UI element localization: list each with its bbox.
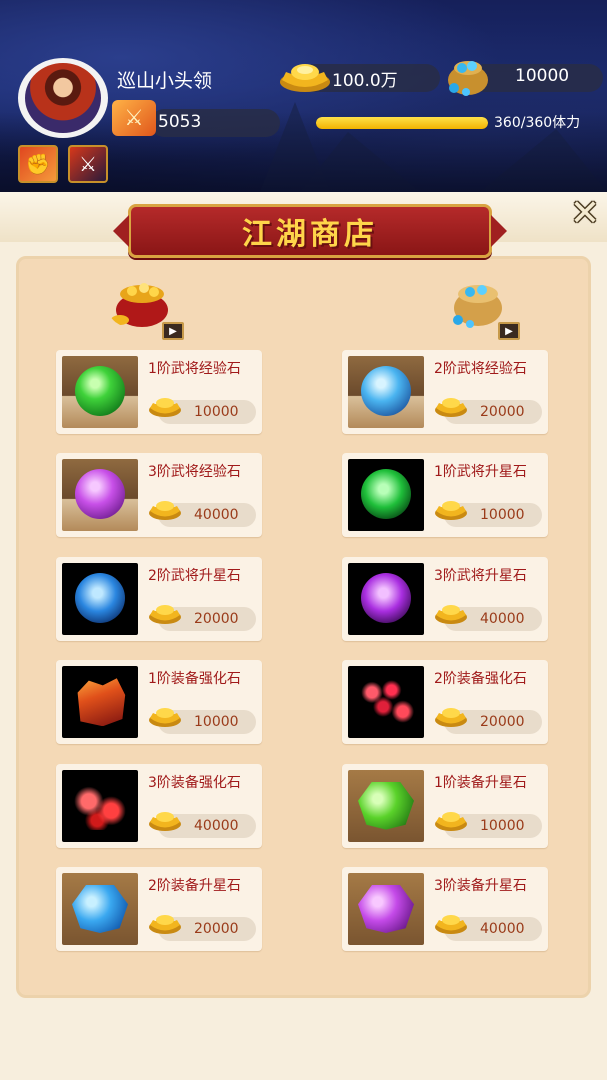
item-name: 1阶装备强化石 (148, 671, 241, 688)
power-value: 5053 (158, 112, 202, 132)
green-star-orb-icon (361, 469, 411, 520)
shop-item-card[interactable]: 1阶装备升星石 10000 (342, 763, 548, 848)
red-crystal-cluster-icon (77, 678, 126, 727)
item-name: 2阶武将升星石 (148, 567, 241, 584)
stamina-bar (316, 117, 488, 129)
shop-item-card[interactable]: 1阶武将升星石 10000 (342, 453, 548, 538)
item-icon-frame (62, 356, 138, 428)
item-price: 40000 (480, 610, 525, 627)
shop-title: 江湖商店 (242, 217, 378, 252)
video-ad-icon[interactable]: ▶ (162, 322, 184, 340)
player-name: 巡山小头领 (117, 70, 213, 92)
item-price: 40000 (480, 921, 525, 937)
gem-value: 10000 (515, 66, 570, 86)
shop-item-card[interactable]: 2阶装备升星石 20000 (56, 867, 262, 951)
gold-ingot-icon (434, 705, 468, 729)
purple-gem-icon (358, 885, 414, 933)
gold-ingot-icon (148, 395, 182, 419)
item-price: 10000 (480, 507, 525, 524)
item-name: 1阶装备升星石 (434, 774, 527, 791)
item-price: 20000 (194, 921, 239, 937)
purple-orb-icon (75, 469, 125, 520)
shop-item-card[interactable]: 2阶武将升星石 20000 (56, 556, 262, 641)
blue-gem-icon (72, 885, 128, 933)
item-icon-frame (62, 666, 138, 739)
player-avatar-button[interactable] (18, 58, 108, 138)
shop-item-card[interactable]: 2阶武将经验石 20000 (342, 350, 548, 434)
item-name: 2阶装备升星石 (148, 878, 241, 894)
item-price: 10000 (480, 817, 525, 834)
item-icon-frame (348, 666, 424, 739)
item-name: 3阶装备升星石 (434, 878, 527, 894)
item-icon-frame (348, 356, 424, 428)
video-ad-icon[interactable]: ▶ (498, 322, 520, 340)
red-sparkle-shards-icon (358, 678, 414, 727)
item-icon-frame (348, 459, 424, 532)
shop-item-card[interactable]: 2阶装备强化石 20000 (342, 660, 548, 745)
shop-item-card[interactable]: 1阶武将经验石 10000 (56, 350, 262, 434)
gold-ingot-icon (148, 602, 182, 626)
item-icon-frame (348, 769, 424, 842)
gold-ingot-icon (434, 395, 468, 419)
left-currency-header[interactable]: ▶ (108, 268, 198, 340)
shop-item-card[interactable]: 3阶武将经验石 40000 (56, 453, 262, 538)
item-name: 3阶武将升星石 (434, 567, 527, 584)
green-orb-icon (75, 366, 125, 416)
item-icon-frame (62, 769, 138, 842)
item-name: 1阶武将升星石 (434, 464, 527, 481)
item-icon-frame (348, 562, 424, 635)
gold-ingot-icon (148, 809, 182, 833)
blue-orb-icon (361, 366, 411, 416)
item-icon-frame (62, 562, 138, 635)
gold-ingot-icon (148, 498, 182, 522)
avatar (25, 63, 101, 133)
shop-title-banner: 江湖商店 (113, 204, 507, 258)
warrior-buff-icon[interactable]: ⚔ (68, 145, 108, 183)
item-price: 10000 (194, 404, 239, 420)
red-shards-icon (72, 781, 128, 830)
shop-item-card[interactable]: 3阶武将升星石 40000 (342, 556, 548, 641)
background-mountain (480, 129, 607, 192)
stamina-text: 360/360体力 (494, 115, 581, 131)
gold-ingot-icon (280, 64, 330, 92)
gold-ingot-icon (148, 912, 182, 936)
blue-star-orb-icon (75, 572, 125, 623)
item-price: 20000 (480, 404, 525, 420)
shop-item-card[interactable]: 3阶装备强化石 40000 (56, 763, 262, 848)
gold-ingot-icon (434, 809, 468, 833)
item-name: 3阶装备强化石 (148, 774, 241, 791)
gold-value: 100.0万 (332, 71, 398, 91)
gold-ingot-icon (434, 498, 468, 522)
item-price: 40000 (194, 817, 239, 834)
item-price: 20000 (194, 610, 239, 627)
item-price: 40000 (194, 507, 239, 524)
background-mountain (300, 132, 420, 192)
item-price: 10000 (194, 714, 239, 731)
item-icon-frame (62, 873, 138, 945)
purple-star-orb-icon (361, 572, 411, 623)
right-currency-header[interactable]: ▶ (444, 268, 534, 340)
shop-item-card[interactable]: 1阶装备强化石 10000 (56, 660, 262, 745)
item-name: 2阶武将经验石 (434, 361, 527, 377)
gold-moneybag-icon (111, 283, 168, 327)
green-gem-icon (358, 781, 414, 830)
shop-item-card[interactable]: 3阶装备升星石 40000 (342, 867, 548, 951)
item-icon-frame (348, 873, 424, 945)
item-price: 20000 (480, 714, 525, 731)
stamina-fill (316, 117, 488, 129)
fist-buff-icon[interactable]: ✊ (18, 145, 58, 183)
gold-ingot-icon (434, 602, 468, 626)
item-name: 3阶武将经验石 (148, 464, 241, 481)
gold-ingot-icon (148, 705, 182, 729)
gold-ingot-icon (434, 912, 468, 936)
crossed-swords-icon: ⚔ (112, 100, 156, 136)
item-name: 2阶装备强化石 (434, 671, 527, 688)
close-button[interactable]: ✕ (565, 193, 605, 234)
gem-moneybag-icon (453, 285, 502, 328)
gem-bag-icon (448, 61, 488, 96)
item-icon-frame (62, 459, 138, 532)
item-name: 1阶武将经验石 (148, 361, 241, 377)
